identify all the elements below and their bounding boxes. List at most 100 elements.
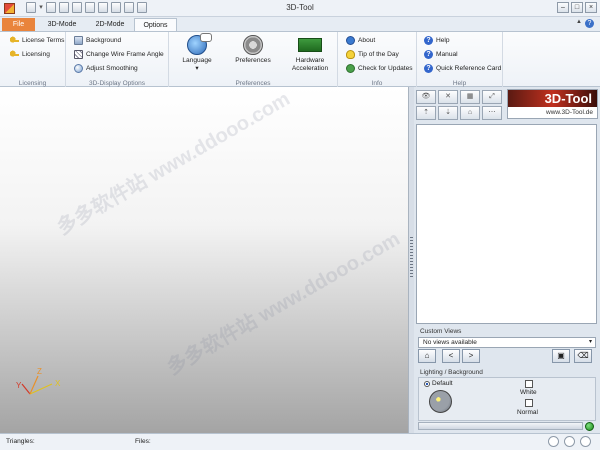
right-panel: 👁 ✕ ▦ ⤢ ⇡ ⇣ ⌂ ⋯ 3D-Tool www.3D-Tool.de C…: [414, 87, 600, 433]
model-tree[interactable]: [416, 124, 597, 324]
lighting-box: Default White Normal: [418, 377, 596, 421]
key-icon: [10, 50, 19, 59]
previous-view-button[interactable]: <: [442, 349, 460, 363]
next-view-button[interactable]: >: [462, 349, 480, 363]
hide-icon[interactable]: ✕: [438, 90, 458, 104]
maximize-icon[interactable]: □: [571, 2, 583, 13]
language-button[interactable]: Language ▾: [177, 33, 217, 73]
quick-reference-card-button[interactable]: ? Quick Reference Card: [424, 64, 501, 73]
group-label-preferences: Preferences: [235, 80, 271, 87]
acceleration-label: Acceleration: [291, 65, 329, 72]
tab-file[interactable]: File: [2, 18, 35, 31]
tab-3d-mode[interactable]: 3D-Mode: [40, 18, 84, 31]
group-display-options: Background Change Wire Frame Angle Adjus…: [66, 32, 169, 88]
show-icon[interactable]: 👁: [416, 90, 436, 104]
group-licensing: License Terms Licensing Licensing: [0, 32, 66, 88]
licensing-button[interactable]: Licensing: [10, 50, 50, 59]
custom-views-select[interactable]: No views available ▾: [418, 337, 596, 348]
move-down-icon[interactable]: ⇣: [438, 106, 458, 120]
license-terms-label: License Terms: [22, 37, 65, 44]
tab-2d-mode[interactable]: 2D-Mode: [88, 18, 132, 31]
preferences-label: Preferences: [235, 57, 271, 64]
graphics-card-icon: [298, 38, 322, 52]
watermark: 多多软件站 www.ddooo.com: [53, 87, 294, 240]
bulb-icon: [346, 50, 355, 59]
group-label-info: Info: [371, 80, 383, 87]
close-icon[interactable]: ×: [585, 2, 597, 13]
window-controls: – □ ×: [557, 2, 597, 13]
3d-tool-logo: 3D-Tool www.3D-Tool.de: [507, 89, 598, 119]
custom-views-value: No views available: [423, 339, 477, 346]
hardware-label: Hardware: [295, 57, 325, 64]
group-label-licensing: Licensing: [18, 80, 47, 87]
minimize-icon[interactable]: –: [557, 2, 569, 13]
expand-icon[interactable]: ⤢: [482, 90, 502, 104]
language-icon: [187, 33, 212, 55]
ribbon: License Terms Licensing Licensing Backgr…: [0, 31, 600, 88]
delete-view-button[interactable]: ⌫: [574, 349, 592, 363]
splitter-grip[interactable]: [410, 237, 413, 277]
help-icon[interactable]: ?: [585, 19, 594, 28]
default-radio[interactable]: Default: [424, 380, 453, 387]
group-label-help: Help: [452, 80, 467, 87]
licensing-label: Licensing: [22, 51, 50, 58]
y-axis-line: [21, 383, 31, 395]
zoom-out-icon[interactable]: [580, 436, 591, 447]
background-label: Background: [86, 37, 122, 44]
group-icon[interactable]: ⌂: [460, 106, 480, 120]
adjust-smoothing-button[interactable]: Adjust Smoothing: [74, 64, 138, 73]
logo-url[interactable]: www.3D-Tool.de: [508, 109, 593, 116]
adjust-smoothing-label: Adjust Smoothing: [86, 65, 138, 72]
axis-triad: X Y Z: [16, 367, 61, 395]
save-view-button[interactable]: ▣: [552, 349, 570, 363]
files-label: Files:: [135, 438, 151, 445]
check-for-updates-button[interactable]: Check for Updates: [346, 64, 413, 73]
normal-checkbox[interactable]: [525, 399, 533, 407]
triangles-label: Triangles:: [6, 438, 35, 445]
about-label: About: [358, 37, 376, 44]
gear-icon: [243, 35, 263, 55]
white-label: White: [520, 389, 537, 396]
group-preferences: Language ▾ Preferences Hardware Accelera…: [169, 32, 338, 88]
manual-button[interactable]: ? Manual: [424, 50, 458, 59]
y-axis-label: Y: [16, 381, 22, 390]
wire-frame-angle-button[interactable]: Change Wire Frame Angle: [74, 50, 164, 59]
more-options-icon[interactable]: ⋯: [482, 106, 502, 120]
key-icon: [10, 36, 19, 45]
update-icon: [346, 64, 355, 73]
ribbon-collapse-icon[interactable]: ▲: [576, 19, 582, 25]
x-axis-label: X: [55, 379, 61, 388]
home-view-button[interactable]: ⌂: [418, 349, 436, 363]
group-help: ? Help ? Manual ? Quick Reference Card H…: [417, 32, 503, 88]
zoom-in-icon[interactable]: [564, 436, 575, 447]
chevron-down-icon: ▾: [588, 339, 592, 345]
normal-label: Normal: [517, 409, 538, 416]
hardware-acceleration-button[interactable]: Hardware Acceleration: [285, 35, 335, 73]
move-up-icon[interactable]: ⇡: [416, 106, 436, 120]
watermark: 多多软件站 www.ddooo.com: [163, 227, 404, 380]
check-for-updates-label: Check for Updates: [358, 65, 413, 72]
chevron-down-icon: ▾: [195, 65, 199, 72]
tip-of-the-day-button[interactable]: Tip of the Day: [346, 50, 399, 59]
smoothing-icon: [74, 64, 83, 73]
zoom-fit-icon[interactable]: [548, 436, 559, 447]
license-terms-button[interactable]: License Terms: [10, 36, 64, 45]
3d-viewport[interactable]: 多多软件站 www.ddooo.com 多多软件站 www.ddooo.com …: [0, 87, 409, 433]
z-axis-label: Z: [37, 367, 42, 376]
white-checkbox[interactable]: [525, 380, 533, 388]
lighting-sphere-icon[interactable]: [429, 390, 452, 413]
title-bar: ▾ 3D-Tool – □ ×: [0, 0, 600, 17]
custom-views-label: Custom Views: [420, 328, 462, 335]
select-icon[interactable]: ▦: [460, 90, 480, 104]
wireframe-icon: [74, 50, 83, 59]
ribbon-tabs: File 3D-Mode 2D-Mode Options ▲ ?: [0, 17, 600, 31]
progress-bar: [418, 422, 583, 430]
tab-options[interactable]: Options: [134, 18, 177, 31]
default-label: Default: [432, 380, 453, 387]
background-icon: [74, 36, 83, 45]
about-button[interactable]: About: [346, 36, 375, 45]
globe-icon: [346, 36, 355, 45]
preferences-button[interactable]: Preferences: [231, 35, 275, 65]
background-button[interactable]: Background: [74, 36, 121, 45]
help-button[interactable]: ? Help: [424, 36, 450, 45]
